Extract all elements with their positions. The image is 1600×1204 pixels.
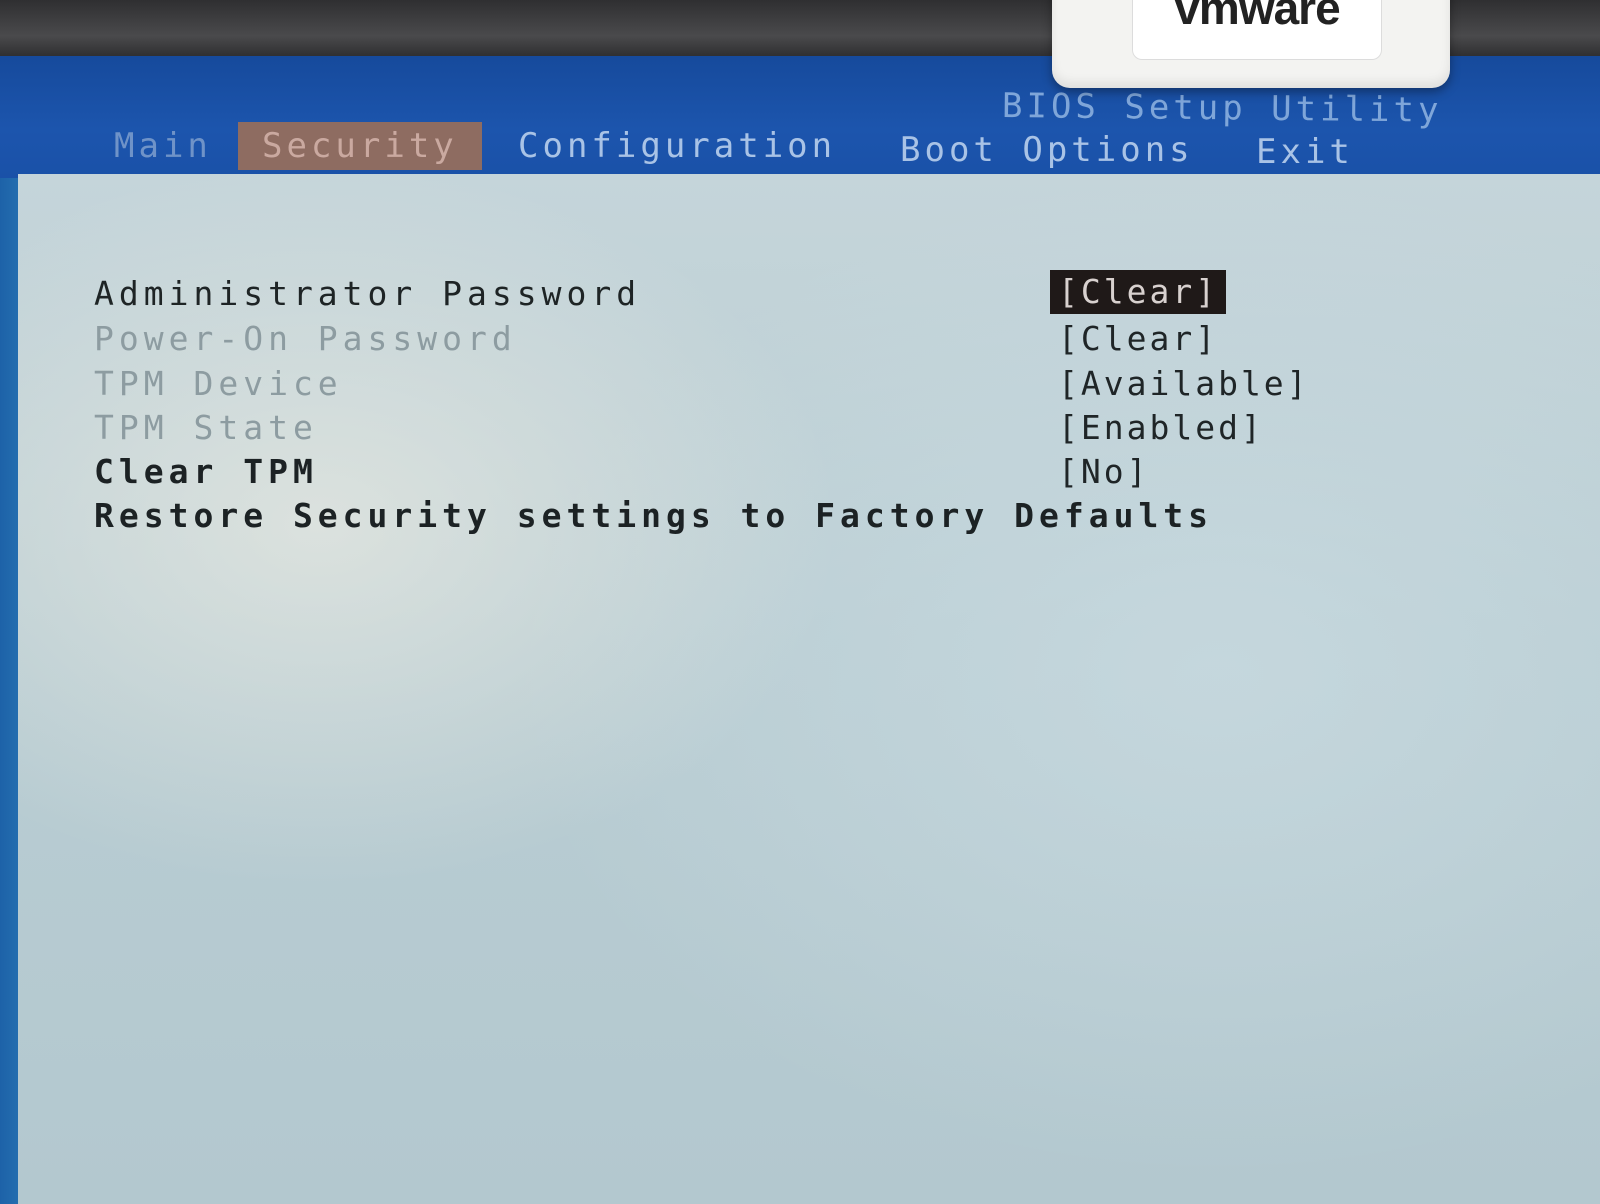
setting-value-selected[interactable]: [Clear] bbox=[1050, 270, 1227, 314]
setting-label: Power-On Password bbox=[94, 319, 517, 358]
setting-value[interactable]: [No] bbox=[1058, 450, 1149, 494]
tab-bar: Main Security Configuration Boot Options… bbox=[0, 120, 1600, 176]
setting-label: TPM Device bbox=[94, 364, 343, 403]
setting-administrator-password[interactable]: Administrator Password [Clear] bbox=[18, 270, 1600, 316]
setting-clear-tpm[interactable]: Clear TPM [No] bbox=[18, 450, 1600, 494]
photo-frame: BIOS Setup Utility Main Security Configu… bbox=[0, 0, 1600, 1204]
setting-value[interactable]: [Clear] bbox=[1058, 317, 1218, 361]
tab-configuration[interactable]: Configuration bbox=[518, 122, 836, 170]
setting-label: Restore Security settings to Factory Def… bbox=[94, 496, 1214, 535]
setting-label: Administrator Password bbox=[94, 274, 642, 313]
security-panel: Administrator Password [Clear] Power-On … bbox=[18, 174, 1600, 1204]
vmware-sticker: vmware bbox=[1052, 0, 1450, 88]
setting-label: Clear TPM bbox=[94, 452, 318, 491]
setting-tpm-device[interactable]: TPM Device [Available] bbox=[18, 362, 1600, 406]
bios-screen: BIOS Setup Utility Main Security Configu… bbox=[0, 56, 1600, 1204]
tab-main[interactable]: Main bbox=[114, 122, 212, 170]
setting-restore-security-defaults[interactable]: Restore Security settings to Factory Def… bbox=[18, 494, 1600, 538]
vmware-logo: vmware bbox=[1174, 0, 1340, 34]
tab-boot-options[interactable]: Boot Options bbox=[900, 126, 1194, 174]
vmware-logo-plate: vmware bbox=[1132, 0, 1382, 60]
setting-power-on-password[interactable]: Power-On Password [Clear] bbox=[18, 317, 1600, 361]
tab-exit[interactable]: Exit bbox=[1256, 128, 1354, 176]
setting-value[interactable]: [Enabled] bbox=[1058, 406, 1264, 450]
setting-value[interactable]: [Available] bbox=[1058, 362, 1310, 406]
tab-security[interactable]: Security bbox=[238, 122, 482, 170]
setting-label: TPM State bbox=[94, 408, 318, 447]
setting-tpm-state[interactable]: TPM State [Enabled] bbox=[18, 406, 1600, 450]
